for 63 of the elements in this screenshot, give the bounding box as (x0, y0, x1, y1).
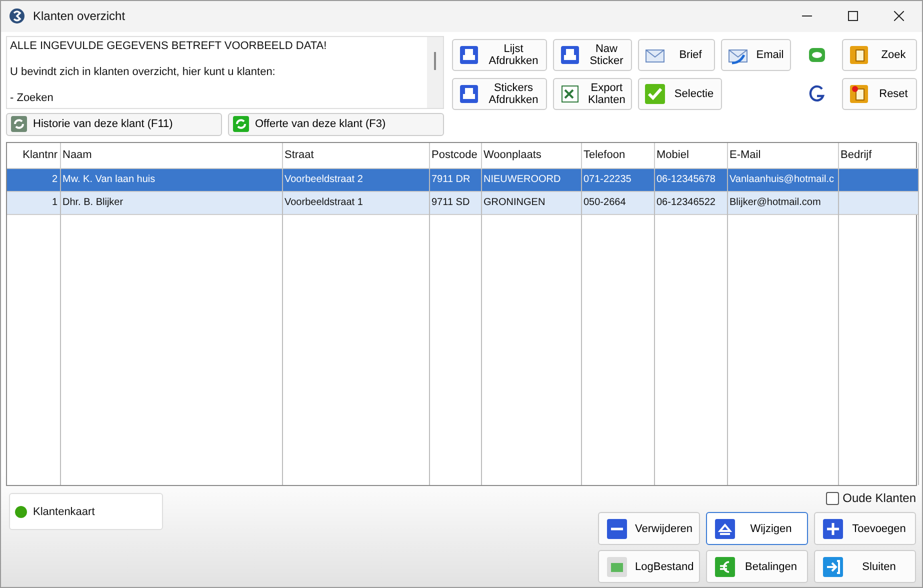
enter-arrow-icon (823, 556, 843, 576)
table-cell: 2 (52, 174, 58, 186)
eject-icon (715, 518, 735, 538)
toolbar-button[interactable]: Stickers Afdrukken (452, 78, 547, 110)
printer-icon (459, 84, 479, 104)
table-cell: Mw. K. Van laan huis (62, 174, 156, 186)
table-cell: Vanlaanhuis@hotmail.c (730, 174, 834, 186)
table-cell: GRONINGEN (484, 197, 546, 208)
close-icon[interactable] (894, 11, 904, 22)
table-cell: 050-2664 (584, 197, 626, 208)
toolbar-button[interactable]: Reset (842, 78, 917, 110)
toolbar-button[interactable]: Export Klanten (553, 78, 632, 110)
old-customers-checkbox[interactable]: Oude Klanten (826, 490, 916, 506)
toolbar-button[interactable]: Lijst Afdrukken (452, 39, 547, 72)
maximize-icon[interactable] (848, 11, 858, 22)
euro-icon (715, 556, 735, 576)
action-button[interactable]: Wijzigen (706, 512, 808, 545)
info-text-line: - Zoeken (10, 92, 54, 104)
toolbar-button[interactable]: Selectie (638, 78, 722, 110)
table-cell: 06-12346522 (656, 197, 716, 208)
spreadsheet-icon (560, 84, 580, 104)
klantenkaart-label: Klantenkaart (33, 506, 95, 518)
table-cell: 9711 SD (432, 197, 470, 208)
info-text-line: U bevindt zich in klanten overzicht, hier kunt u klanten: (10, 66, 276, 78)
info-text-line: ALLE INGEVULDE GEGEVENS BETREFT VOORBEELD DATA! (10, 40, 327, 52)
table-cell: Voorbeeldstraat 1 (284, 197, 363, 208)
printer-icon (560, 45, 580, 66)
circular-arrow-icon (233, 116, 249, 132)
action-button[interactable]: LogBestand (598, 550, 700, 583)
g-letter-icon[interactable] (806, 84, 826, 104)
status-dot-icon (15, 506, 27, 518)
clipboard-cross-icon (849, 84, 869, 104)
minus-icon (607, 518, 627, 538)
table-row[interactable]: 1 Dhr. B. Blijker Voorbeeldstraat 1 9711 SD GRONINGEN 050-2664 06-12346522 Blijker@hotmail.com (7, 191, 918, 214)
printer-icon (459, 45, 479, 66)
action-button[interactable]: Toevoegen (814, 512, 916, 545)
checkmark-icon (645, 84, 665, 104)
info-text-area[interactable]: ALLE INGEVULDE GEGEVENS BETREFT VOORBEELD DATA! U bevindt zich in klanten overzicht, hier kunt u klanten: - Zoeken (6, 36, 444, 109)
circular-arrow-icon (11, 116, 27, 132)
toolbar-button[interactable]: Naw Sticker (553, 39, 632, 72)
history-button[interactable]: Historie van deze klant (F11) (6, 112, 222, 136)
table-cell: NIEUWEROORD (484, 174, 561, 186)
klantenkaart-panel[interactable]: Klantenkaart (9, 493, 163, 530)
action-button[interactable]: Sluiten (814, 550, 916, 583)
clipboard-icon (849, 45, 869, 66)
window-title: Klanten overzicht (33, 9, 126, 24)
app-logo-icon (9, 8, 25, 24)
toolbar-button[interactable]: Email (721, 39, 791, 72)
toolbar-button[interactable]: Brief (638, 39, 715, 72)
table-row[interactable]: 2 Mw. K. Van laan huis Voorbeeldstraat 2 7911 DR NIEUWEROORD 071-22235 06-12345678 Vanlaanhuis@hotmail.c (7, 168, 918, 192)
history-button[interactable]: Offerte van deze klant (F3) (228, 112, 444, 136)
table-cell: 071-22235 (584, 174, 632, 186)
table-cell: Dhr. B. Blijker (62, 197, 124, 208)
action-button[interactable]: Verwijderen (598, 512, 700, 545)
table-cell: Blijker@hotmail.com (730, 197, 821, 208)
table-cell: 06-12345678 (656, 174, 716, 186)
table-cell: 1 (52, 197, 58, 208)
plus-icon (823, 518, 843, 538)
action-button[interactable]: Betalingen (706, 550, 808, 583)
toolbar-button[interactable]: Zoek (842, 39, 917, 72)
table-cell: Voorbeeldstraat 2 (284, 174, 363, 186)
notebook-icon (607, 556, 627, 576)
table-cell: 7911 DR (432, 174, 470, 186)
